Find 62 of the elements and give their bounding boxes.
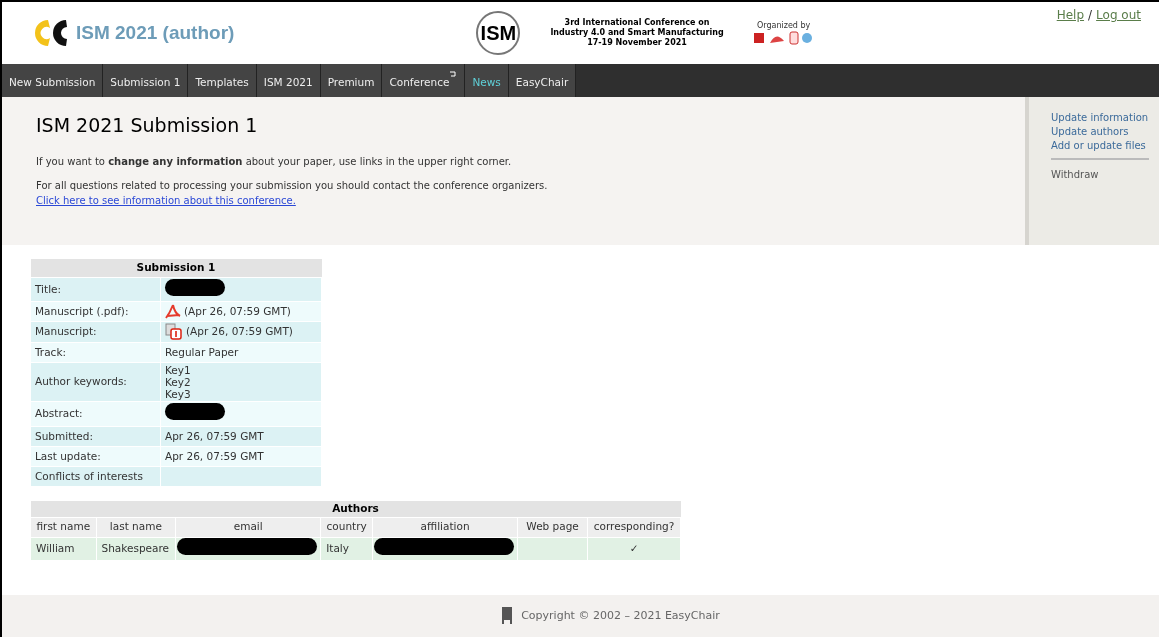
side-menu-link[interactable]: Update authors <box>1051 125 1159 139</box>
field-label: Author keywords: <box>35 375 127 388</box>
table-title: Submission 1 <box>30 259 322 277</box>
organizer-logos <box>753 31 814 45</box>
side-menu-link[interactable]: Add or update files <box>1051 139 1159 153</box>
redaction-mark <box>165 278 225 296</box>
link-separator: / <box>1088 7 1093 24</box>
redaction-mark <box>165 403 225 421</box>
intro-text: If you want to change any information about your paper, use links in the upper right corner. <box>36 154 513 169</box>
nav-tab[interactable]: News <box>465 64 509 97</box>
nav-tab[interactable]: Submission 1 <box>103 64 189 97</box>
copyright-text: Copyright © 2002 – 2021 EasyChair <box>521 607 720 624</box>
column-header: last name <box>96 517 176 538</box>
keyword: Key1 <box>165 364 192 377</box>
ism-logo: ISM <box>476 11 521 55</box>
table-cell: William <box>30 537 97 560</box>
upload-time: (Apr 26, 07:59 GMT) <box>186 324 293 340</box>
table-title: Authors <box>30 501 681 518</box>
pdf-icon <box>165 303 181 320</box>
column-header: Web page <box>517 517 588 538</box>
side-menu-link[interactable]: Withdraw <box>1051 168 1149 182</box>
site-title: ISM 2021 (author) <box>76 20 235 45</box>
conference-name-text: 17-19 November 2021 <box>587 38 687 48</box>
nav-tab[interactable]: Premium <box>320 64 383 97</box>
table-cell: Italy <box>320 537 373 560</box>
field-label: Manuscript (.pdf): <box>35 304 129 317</box>
column-header: first name <box>30 517 97 538</box>
nav-tab[interactable]: ISM 2021 <box>256 64 321 97</box>
column-header: affiliation <box>372 517 518 538</box>
table-cell: Shakespeare <box>96 537 176 560</box>
field-value: Apr 26, 07:59 GMT <box>165 429 264 442</box>
column-header: email <box>175 517 321 538</box>
field-label: Manuscript: <box>35 325 97 338</box>
field-label: Track: <box>35 345 66 358</box>
field-label: Abstract: <box>35 407 83 420</box>
logout-link[interactable]: Log out <box>1096 6 1141 24</box>
field-value: Apr 26, 07:59 GMT <box>165 449 264 462</box>
field-label: Title: <box>35 282 62 295</box>
column-header: country <box>320 517 373 538</box>
side-menu-link[interactable]: Update information <box>1051 111 1159 125</box>
field-value: Regular Paper <box>165 345 239 358</box>
nav-tab[interactable]: New Submission <box>2 64 104 97</box>
upload-time: (Apr 26, 07:59 GMT) <box>184 303 291 319</box>
column-header: corresponding? <box>587 517 681 538</box>
contact-text: For all questions related to processing your submission you should contact the conference organizers. <box>36 179 548 191</box>
organizer-label: Organized by <box>757 21 811 31</box>
nav-tab[interactable]: Templates <box>188 64 257 97</box>
field-label: Last update: <box>35 449 101 462</box>
field-label: Conflicts of interests <box>35 469 143 482</box>
nav-tab[interactable]: EasyChair <box>508 64 577 97</box>
page-heading: ISM 2021 Submission 1 <box>36 113 259 138</box>
logo-icon <box>32 18 68 48</box>
conference-info-link[interactable]: Click here to see information about this conference. <box>36 194 296 206</box>
help-link[interactable]: Help <box>1056 6 1085 24</box>
conference-name-text: 3rd International Conference on <box>564 18 710 28</box>
nav-tab[interactable]: Conference <box>382 64 466 97</box>
keyword: Key2 <box>165 376 192 389</box>
keyword: Key3 <box>165 388 192 401</box>
check-mark: ✓ <box>587 537 681 560</box>
conference-name-text: Industry 4.0 and Smart Manufacturing <box>550 28 724 38</box>
chair-icon <box>501 607 514 625</box>
field-label: Submitted: <box>35 429 94 442</box>
